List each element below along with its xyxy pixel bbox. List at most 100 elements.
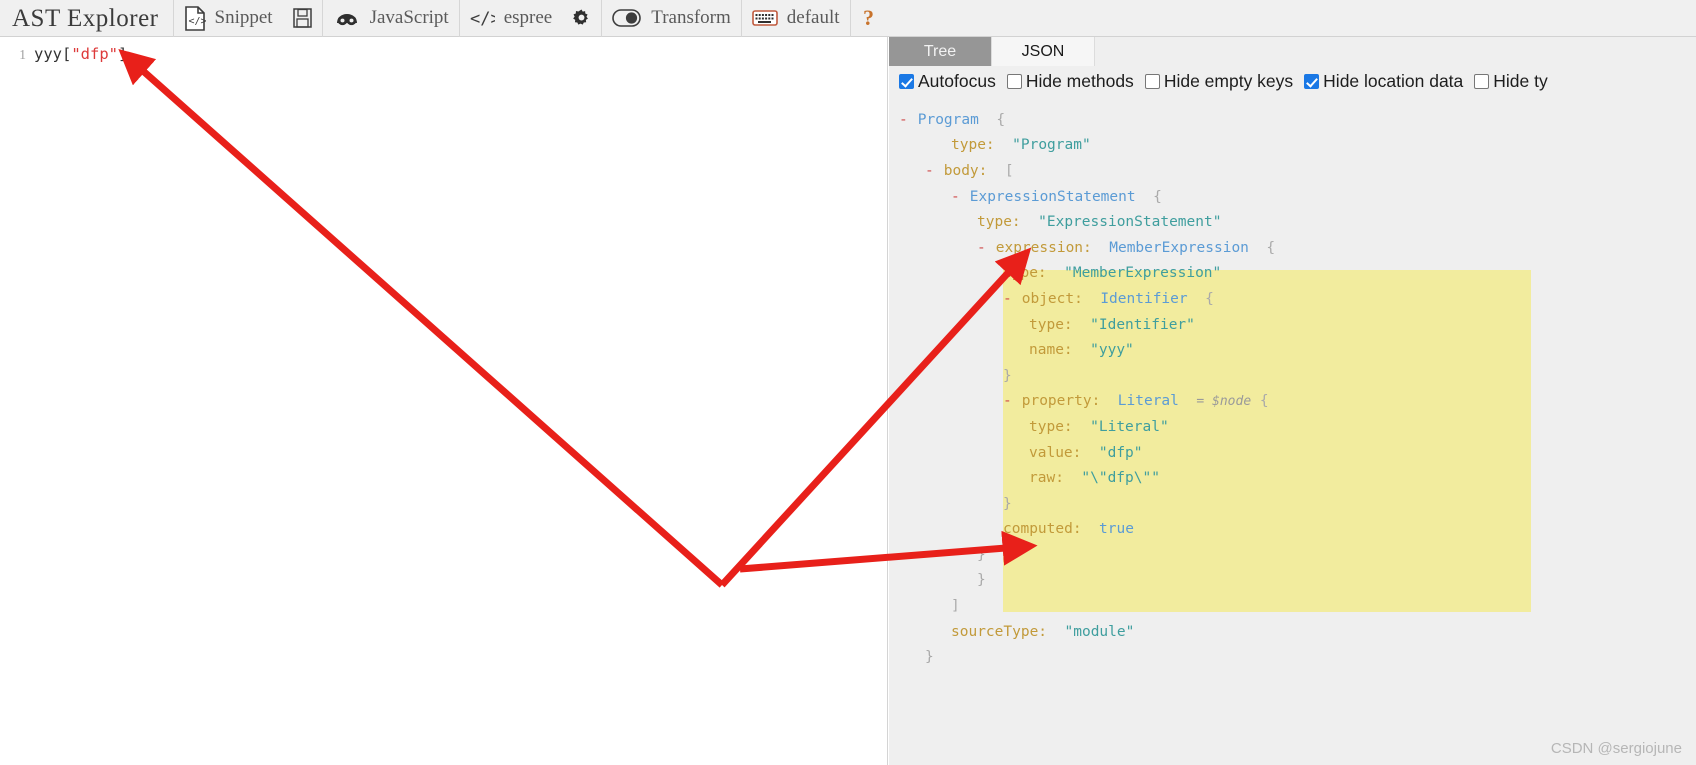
tree-key: property: (1021, 393, 1101, 410)
toolbar-save-button[interactable] (283, 0, 322, 37)
ast-tree-row[interactable]: - body: [ (889, 158, 1696, 184)
ast-tree-row[interactable]: sourceType: "module" (889, 619, 1696, 645)
watermark-text: CSDN @sergiojune (1550, 740, 1682, 757)
ast-tree-row[interactable]: raw: "\"dfp\"" (889, 465, 1696, 491)
hide-type-keys-label: Hide ty (1493, 71, 1548, 91)
tree-string-value: "yyy" (1090, 342, 1134, 359)
ast-tree-row[interactable]: - expression: MemberExpression { (889, 235, 1696, 261)
toolbar-language-button[interactable]: JavaScript (323, 0, 459, 37)
ast-tree-row[interactable]: - object: Identifier { (889, 286, 1696, 312)
svg-text:?: ? (863, 6, 874, 30)
tree-string-value: "\"dfp\"" (1081, 470, 1160, 487)
tree-boolean-value: true (1099, 521, 1134, 538)
app-brand-title: AST Explorer (12, 4, 159, 32)
tree-key: value: (1029, 444, 1082, 461)
tree-key: sourceType: (951, 623, 1048, 640)
toolbar-keymap-label: default (786, 7, 840, 28)
tab-tree[interactable]: Tree (889, 37, 992, 66)
toolbar-help-button[interactable]: ? (851, 0, 891, 37)
option-hide-type-keys[interactable]: Hide ty (1474, 71, 1548, 92)
toolbar-snippet-label: Snippet (214, 7, 273, 28)
ast-tree-row[interactable]: type: "ExpressionStatement" (889, 209, 1696, 235)
ast-tree-row[interactable]: } (889, 568, 1696, 594)
tree-key: type: (1029, 316, 1073, 333)
ast-tree-row[interactable]: } (889, 542, 1696, 568)
hide-empty-keys-checkbox[interactable] (1144, 74, 1160, 89)
toolbar-snippet-button[interactable]: </> Snippet (174, 0, 283, 37)
tree-brace: { (1205, 290, 1214, 307)
toolbar-transform-label: Transform (651, 7, 731, 28)
tree-key: type: (951, 137, 995, 154)
option-hide-methods[interactable]: Hide methods (1006, 71, 1134, 92)
tab-json[interactable]: JSON (992, 37, 1095, 66)
ast-tree[interactable]: - Program {type: "Program" - body: [- Exp… (889, 107, 1696, 765)
gear-icon (572, 8, 591, 28)
keyboard-icon (751, 8, 778, 28)
hide-type-keys-checkbox[interactable] (1474, 74, 1490, 89)
tree-key: raw: (1029, 470, 1064, 487)
option-hide-location-data[interactable]: Hide location data (1304, 71, 1463, 92)
ast-tree-row[interactable]: type: "Identifier" (889, 312, 1696, 338)
ast-tree-row[interactable]: - property: Literal = $node { (889, 389, 1696, 415)
tree-brace: { (1266, 239, 1276, 256)
tree-string-value: "Program" (1012, 137, 1091, 154)
toolbar-parser-settings-button[interactable] (562, 0, 601, 37)
tree-toggle-icon[interactable]: - (925, 163, 935, 179)
toolbar-parser-button[interactable]: </> espree (460, 0, 563, 37)
code-editor-pane[interactable]: 1 yyy["dfp"] (0, 37, 888, 765)
top-toolbar: AST Explorer </> Snippet JavaScript </ e… (0, 0, 1696, 37)
tree-toggle-icon[interactable]: - (977, 240, 987, 256)
ast-tree-row[interactable]: type: "MemberExpression" (889, 261, 1696, 287)
option-hide-empty-keys[interactable]: Hide empty keys (1144, 71, 1293, 92)
tree-string-value: "Identifier" (1090, 316, 1195, 333)
token-string: "dfp" (71, 45, 119, 63)
ast-tree-row[interactable]: - Program { (889, 107, 1696, 133)
ast-tree-row[interactable]: name: "yyy" (889, 337, 1696, 363)
svg-text:</>: </> (188, 16, 206, 27)
tree-toggle-icon[interactable]: - (951, 189, 961, 205)
code-text[interactable]: yyy["dfp"] (34, 45, 127, 63)
code-line-1[interactable]: 1 yyy["dfp"] (0, 37, 887, 63)
ast-tree-row[interactable]: - ExpressionStatement { (889, 184, 1696, 210)
toolbar-keymap-button[interactable]: default (742, 0, 850, 37)
ast-tree-row[interactable]: } (889, 644, 1696, 670)
ast-tree-row[interactable]: computed: true (889, 517, 1696, 543)
option-autofocus[interactable]: Autofocus (899, 71, 996, 92)
hide-methods-checkbox[interactable] (1006, 74, 1022, 89)
hide-location-data-checkbox[interactable] (1304, 74, 1320, 89)
tree-node-type: Literal (1117, 393, 1179, 410)
ast-tree-row[interactable]: type: "Literal" (889, 414, 1696, 440)
tree-key: body: (943, 162, 988, 179)
ast-explorer-app: AST Explorer </> Snippet JavaScript </ e… (0, 0, 1696, 765)
ast-tree-row[interactable]: type: "Program" (889, 133, 1696, 159)
tree-brace: } (977, 572, 986, 589)
toolbar-transform-button[interactable]: Transform (602, 0, 741, 37)
tree-toggle-icon[interactable]: - (899, 112, 909, 128)
autofocus-checkbox[interactable] (899, 74, 914, 89)
ast-tree-row[interactable]: value: "dfp" (889, 440, 1696, 466)
tree-toggle-icon[interactable]: - (1003, 393, 1013, 409)
code-brackets-icon: </> (470, 7, 495, 29)
ast-output-pane: Tree JSON Autofocus Hide methods Hide em… (889, 37, 1696, 765)
hide-methods-label: Hide methods (1025, 71, 1134, 91)
code-file-icon: </> (184, 5, 206, 31)
ast-tree-row[interactable]: } (889, 363, 1696, 389)
tree-node-type: Identifier (1100, 290, 1188, 307)
ast-tree-row[interactable]: } (889, 491, 1696, 517)
ast-tree-row[interactable]: ] (889, 593, 1696, 619)
tree-toggle-icon[interactable]: - (1003, 291, 1013, 307)
